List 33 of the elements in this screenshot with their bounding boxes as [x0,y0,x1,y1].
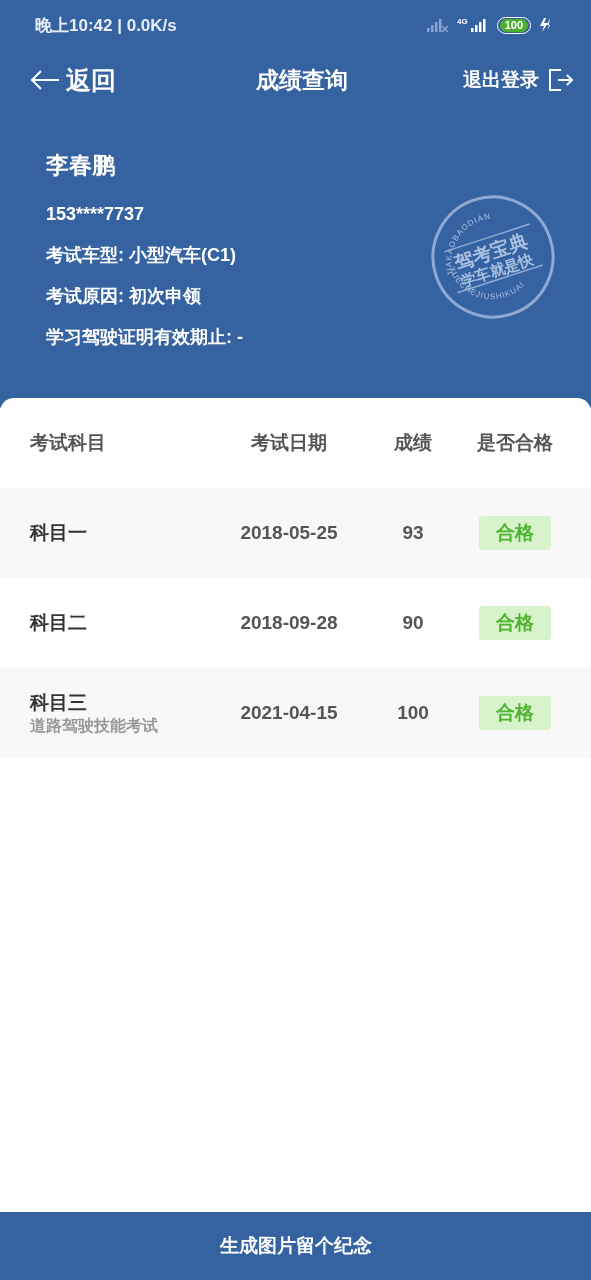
subject-name: 科目二 [30,611,88,635]
back-arrow-icon [30,70,60,90]
info-line: 学习驾驶证明有效期止: - [46,326,243,349]
result-badge: 合格 [479,516,551,550]
exam-score: 100 [396,702,430,724]
logout-icon [549,69,573,91]
exam-date: 2021-04-15 [239,702,339,724]
signal-icon [470,18,489,32]
column-header: 成绩 [393,431,433,455]
subject-note: 道路驾驶技能考试 [30,715,159,736]
exam-score: 90 [401,612,425,634]
phone-number: 153****7737 [46,203,145,226]
column-header: 是否合格 [476,431,554,455]
network-label: 4G [456,18,468,26]
back-button[interactable]: 返回 [30,63,116,97]
generate-image-button[interactable]: 生成图片留个纪念 [0,1212,591,1280]
column-header: 考试科目 [30,431,107,455]
info-line: 考试原因: 初次申领 [46,285,201,308]
info-line: 考试车型: 小型汽车(C1) [46,244,236,267]
no-signal-icon [426,18,449,32]
logout-button[interactable]: 退出登录 [463,67,573,93]
user-name: 李春鹏 [46,151,115,180]
exam-date: 2018-05-25 [239,522,339,544]
page-title: 成绩查询 [255,65,348,95]
subject-name: 科目三 [30,690,88,715]
result-badge: 合格 [479,606,551,640]
result-badge: 合格 [479,696,551,730]
status-time: 晚上10:42 | 0.0K/s [35,14,178,37]
exam-score: 93 [401,522,425,544]
exam-date: 2018-09-28 [239,612,339,634]
charging-icon [539,18,553,32]
column-header: 考试日期 [250,431,328,455]
subject-name: 科目一 [30,521,88,545]
